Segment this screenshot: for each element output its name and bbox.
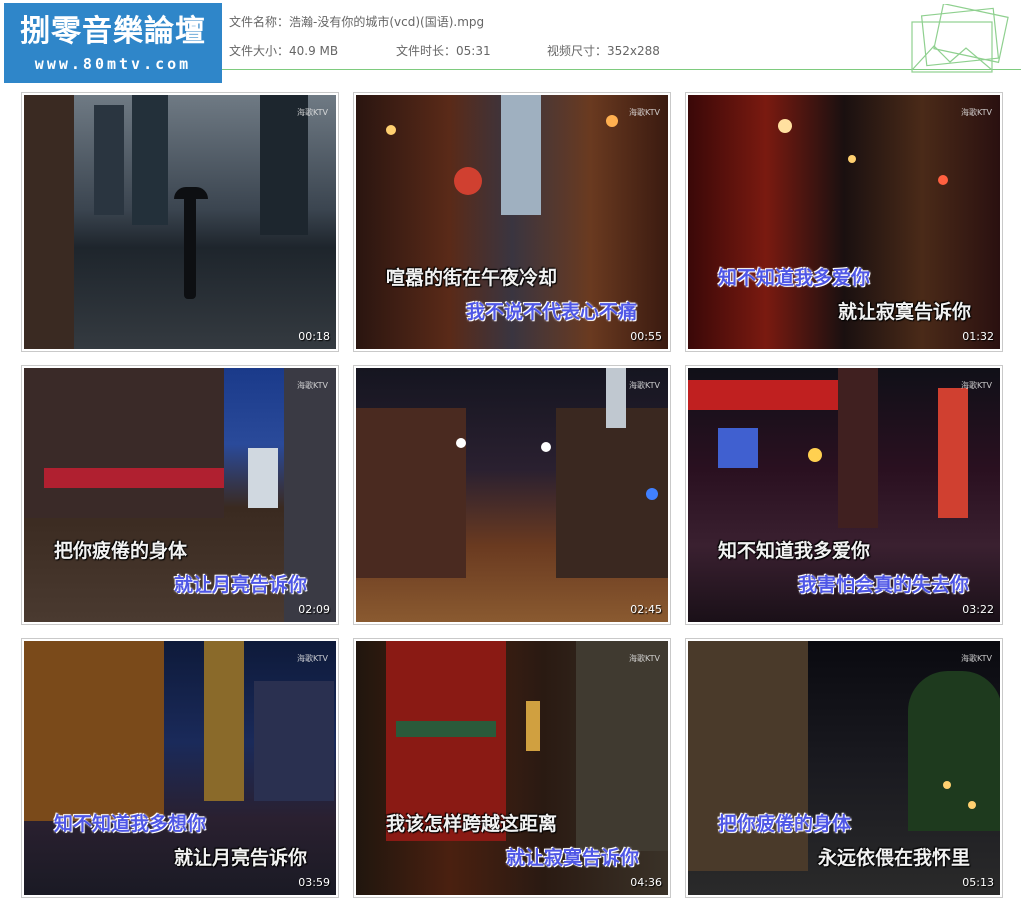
video-dims-label: 视频尺寸： (547, 44, 608, 58)
file-name-row: 文件名称：浩瀚-没有你的城市(vcd)(国语).mpg (229, 13, 484, 30)
subtitle-line-1: 知不知道我多想你 (54, 813, 207, 835)
watermark: 海歌KTV (297, 381, 328, 390)
file-size-label: 文件大小： (229, 44, 290, 58)
subtitle-line-1: 把你疲倦的身体 (54, 540, 188, 562)
thumbnail-6[interactable]: 海歌KTV 知不知道我多爱你 我害怕会真的失去你 03:22 (685, 365, 1003, 625)
header-divider (222, 69, 1021, 70)
thumbnail-timestamp: 01:32 (962, 330, 994, 343)
watermark: 海歌KTV (961, 654, 992, 663)
watermark: 海歌KTV (629, 108, 660, 117)
thumbnail-1[interactable]: 海歌KTV 00:18 (21, 92, 339, 352)
subtitle-line-1: 把你疲倦的身体 (718, 813, 852, 835)
subtitle-line-2: 就让寂寞告诉你 (838, 301, 972, 323)
thumbnail-timestamp: 04:36 (630, 876, 662, 889)
thumbnail-5[interactable]: 海歌KTV 02:45 (353, 365, 671, 625)
file-duration-row: 文件时长：05:31 (396, 42, 491, 59)
watermark: 海歌KTV (629, 654, 660, 663)
video-dims-row: 视频尺寸：352x288 (547, 42, 660, 59)
watermark: 海歌KTV (629, 381, 660, 390)
thumbnail-2[interactable]: 海歌KTV 喧嚣的街在午夜冷却 我不说不代表心不痛 00:55 (353, 92, 671, 352)
watermark: 海歌KTV (961, 108, 992, 117)
thumbnail-9[interactable]: 海歌KTV 把你疲倦的身体 永远依偎在我怀里 05:13 (685, 638, 1003, 898)
thumbnail-4[interactable]: 海歌KTV 把你疲倦的身体 就让月亮告诉你 02:09 (21, 365, 339, 625)
subtitle-line-2: 就让寂寞告诉你 (506, 847, 640, 869)
subtitle-line-1: 喧嚣的街在午夜冷却 (386, 267, 558, 289)
thumbnail-8[interactable]: 海歌KTV 我该怎样跨越这距离 就让寂寞告诉你 04:36 (353, 638, 671, 898)
watermark: 海歌KTV (297, 108, 328, 117)
thumbnail-3[interactable]: 海歌KTV 知不知道我多爱你 就让寂寞告诉你 01:32 (685, 92, 1003, 352)
file-size-value: 40.9 MB (289, 44, 339, 58)
file-name-label: 文件名称： (229, 15, 290, 29)
file-duration-value: 05:31 (456, 44, 491, 58)
file-name-value: 浩瀚-没有你的城市(vcd)(国语).mpg (289, 15, 485, 29)
subtitle-line-2: 就让月亮告诉你 (174, 574, 308, 596)
picture-stack-icon (911, 4, 1009, 73)
thumbnail-timestamp: 00:55 (630, 330, 662, 343)
subtitle-line-2: 我不说不代表心不痛 (466, 301, 638, 323)
file-duration-label: 文件时长： (396, 44, 457, 58)
subtitle-line-1: 知不知道我多爱你 (718, 267, 871, 289)
thumbnail-timestamp: 03:22 (962, 603, 994, 616)
thumbnail-timestamp: 00:18 (298, 330, 330, 343)
subtitle-line-2: 我害怕会真的失去你 (798, 574, 970, 596)
subtitle-line-2: 永远依偎在我怀里 (818, 847, 971, 869)
watermark: 海歌KTV (961, 381, 992, 390)
logo-title: 捌零音樂論壇 (20, 14, 206, 49)
thumbnail-timestamp: 02:09 (298, 603, 330, 616)
subtitle-line-1: 知不知道我多爱你 (718, 540, 871, 562)
thumbnail-timestamp: 02:45 (630, 603, 662, 616)
logo-url: www.80mtv.com (34, 55, 192, 73)
subtitle-line-1: 我该怎样跨越这距离 (386, 813, 558, 835)
subtitle-line-2: 就让月亮告诉你 (174, 847, 308, 869)
site-logo: 捌零音樂論壇 www.80mtv.com (4, 3, 222, 83)
watermark: 海歌KTV (297, 654, 328, 663)
video-dims-value: 352x288 (607, 44, 660, 58)
thumbnail-timestamp: 03:59 (298, 876, 330, 889)
thumbnail-timestamp: 05:13 (962, 876, 994, 889)
thumbnail-7[interactable]: 海歌KTV 知不知道我多想你 就让月亮告诉你 03:59 (21, 638, 339, 898)
file-size-row: 文件大小：40.9 MB (229, 42, 338, 59)
